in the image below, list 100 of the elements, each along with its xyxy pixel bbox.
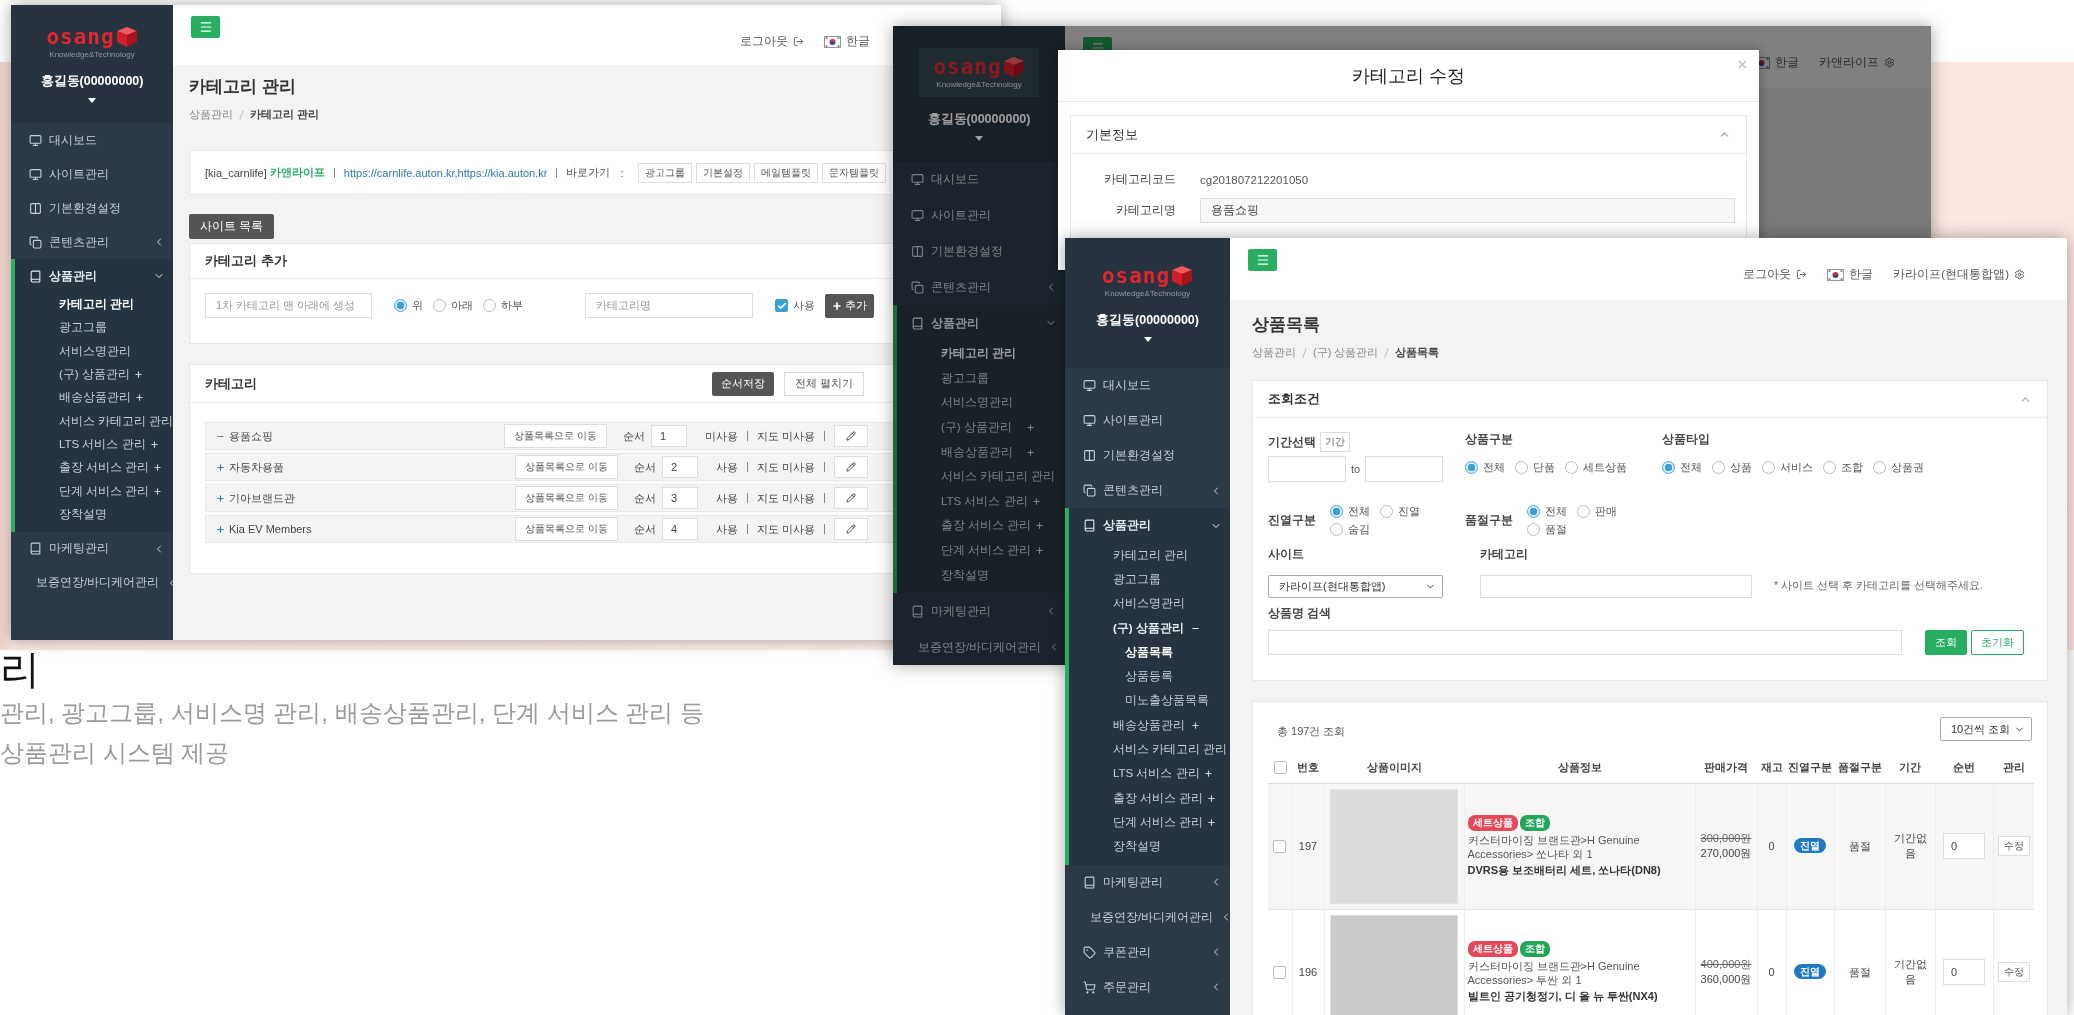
radio-button[interactable]: [1330, 523, 1343, 536]
submenu-item[interactable]: 미노출상품목록: [1069, 688, 1230, 714]
menu-item[interactable]: 마케팅관리: [893, 593, 1065, 630]
radio-button[interactable]: [1527, 523, 1540, 536]
submenu-item[interactable]: (구) 상품관리: [1069, 615, 1230, 641]
menu-item[interactable]: 상품관리: [897, 305, 1065, 342]
menu-item[interactable]: 기본환경설정: [11, 191, 173, 225]
category-name-field[interactable]: 용품쇼핑: [1200, 198, 1735, 223]
user-name[interactable]: 홍길동(00000000): [40, 72, 144, 90]
submenu-item[interactable]: 출장 서비스 관리: [1069, 785, 1230, 811]
submenu-item[interactable]: 배송상품관리: [897, 439, 1065, 465]
submenu-item[interactable]: 서비스명관리: [15, 339, 173, 363]
submenu-item[interactable]: LTS 서비스 관리: [897, 488, 1065, 514]
menu-item[interactable]: 보증연장/바디케어관리: [1065, 899, 1230, 935]
submenu-item[interactable]: LTS 서비스 관리: [1069, 761, 1230, 786]
menu-item[interactable]: 기본환경설정: [1065, 438, 1230, 473]
submenu-item[interactable]: 서비스명관리: [1069, 591, 1230, 616]
site-menu[interactable]: 카라이프(현대통합앱): [1893, 267, 2025, 282]
user-name[interactable]: 홍길동(00000000): [1096, 311, 1199, 329]
language-selector[interactable]: 한글: [1827, 267, 1874, 282]
submenu-item[interactable]: 광고그룹: [1069, 567, 1230, 592]
move-to-products-button[interactable]: 상품목록으로 이동: [515, 486, 618, 510]
site-select[interactable]: 카라이프(현대통합앱): [1268, 575, 1443, 598]
radio-button[interactable]: [1823, 461, 1836, 474]
language-selector[interactable]: 한글: [824, 34, 870, 49]
plus-icon[interactable]: [216, 493, 225, 503]
radio-button[interactable]: [1762, 461, 1775, 474]
edit-button[interactable]: 수정: [1997, 962, 2030, 982]
menu-item[interactable]: 대시보드: [1065, 368, 1230, 403]
submenu-item[interactable]: 서비스 카테고리 관리: [1069, 737, 1230, 762]
logout-link[interactable]: 로그아웃: [740, 34, 804, 49]
move-to-products-button[interactable]: 상품목록으로 이동: [515, 455, 618, 479]
submenu-item[interactable]: 단계 서비스 관리: [15, 479, 173, 503]
submenu-item[interactable]: 출장 서비스 관리: [15, 456, 173, 480]
menu-item[interactable]: 주문관리: [1065, 969, 1230, 1005]
checkbox[interactable]: [775, 299, 788, 312]
add-button[interactable]: 추가: [825, 293, 874, 318]
submenu-item[interactable]: 상품등록: [1069, 664, 1230, 689]
menu-item[interactable]: 상품관리: [1069, 508, 1230, 543]
page-size-select[interactable]: 10건씩 조회: [1940, 717, 2032, 741]
radio-button[interactable]: [1515, 461, 1528, 474]
checkbox[interactable]: [1273, 761, 1287, 775]
order-field[interactable]: 0: [1943, 833, 1985, 859]
site-url-link[interactable]: https://carnlife.auton.kr,https://kia.auton.kr: [343, 166, 548, 179]
submenu-item[interactable]: 배송상품관리: [1069, 713, 1230, 738]
save-order-button[interactable]: 순서저장: [712, 371, 775, 396]
edit-button[interactable]: [834, 487, 868, 509]
product-name[interactable]: DVRS용 보조배터리 세트, 쏘나타(DN8): [1467, 863, 1661, 877]
menu-item[interactable]: 사이트관리: [1065, 403, 1230, 438]
checkbox[interactable]: [1273, 965, 1287, 979]
submenu-item[interactable]: 서비스 카테고리 관리: [15, 409, 173, 433]
submenu-item[interactable]: 광고그룹: [15, 316, 173, 340]
menu-item[interactable]: 보증연장/바디케어관리: [11, 565, 173, 600]
radio-button[interactable]: [1662, 461, 1675, 474]
submenu-item[interactable]: 광고그룹: [897, 365, 1065, 391]
radio-button[interactable]: [394, 299, 407, 312]
shortcut-button[interactable]: 광고그룹: [637, 162, 692, 183]
edit-button[interactable]: [834, 456, 868, 478]
logout-link[interactable]: 로그아웃: [1743, 267, 1808, 282]
edit-button[interactable]: [834, 518, 868, 540]
submenu-item[interactable]: 단계 서비스 관리: [1069, 810, 1230, 835]
submenu-item[interactable]: 상품목록: [1069, 640, 1230, 665]
end-date-field[interactable]: [1365, 456, 1444, 482]
move-to-products-button[interactable]: 상품목록으로 이동: [515, 517, 618, 541]
user-name[interactable]: 홍길동(00000000): [927, 110, 1031, 128]
radio-button[interactable]: [1565, 461, 1578, 474]
site-list-button[interactable]: 사이트 목록: [189, 214, 275, 239]
submenu-item[interactable]: (구) 상품관리: [897, 415, 1065, 440]
edit-button[interactable]: 수정: [1997, 836, 2030, 856]
expand-all-button[interactable]: 전체 펼치기: [784, 371, 864, 396]
product-name-field[interactable]: [1268, 630, 1902, 655]
radio-button[interactable]: [1380, 505, 1393, 518]
submenu-item[interactable]: 단계 서비스 관리: [897, 538, 1065, 563]
menu-item[interactable]: 상품관리: [15, 259, 173, 293]
order-field[interactable]: 3: [661, 487, 698, 509]
menu-item[interactable]: 마케팅관리: [1065, 864, 1230, 900]
submenu-item[interactable]: LTS 서비스 관리: [15, 432, 173, 457]
order-field[interactable]: 2: [661, 456, 698, 478]
radio-button[interactable]: [1873, 461, 1886, 474]
menu-item[interactable]: 콘텐츠관리: [1065, 473, 1230, 508]
category-field[interactable]: [1480, 575, 1752, 598]
submenu-item[interactable]: 서비스 카테고리 관리: [897, 464, 1065, 489]
edit-button[interactable]: [834, 425, 868, 447]
radio-button[interactable]: [1330, 505, 1343, 518]
submenu-item[interactable]: 카테고리 관리: [15, 293, 173, 317]
menu-item[interactable]: 쿠폰관리: [1065, 934, 1230, 970]
order-field[interactable]: 1: [650, 425, 687, 447]
product-name[interactable]: 빌트인 공기청정기, 디 올 뉴 투싼(NX4): [1467, 989, 1658, 1003]
menu-item[interactable]: 콘텐츠관리: [893, 269, 1065, 306]
menu-item[interactable]: 보증연장/바디케어관리: [893, 629, 1065, 665]
shortcut-button[interactable]: 문자템플릿: [821, 162, 886, 183]
move-to-products-button[interactable]: 상품목록으로 이동: [504, 424, 607, 448]
submenu-item[interactable]: 카테고리 관리: [897, 341, 1065, 366]
shortcut-button[interactable]: 기본설정: [695, 162, 750, 183]
submenu-item[interactable]: 배송상품관리: [15, 386, 173, 410]
radio-button[interactable]: [1712, 461, 1725, 474]
radio-button[interactable]: [1577, 505, 1590, 518]
period-tag-button[interactable]: 기간: [1320, 432, 1350, 452]
start-date-field[interactable]: [1268, 456, 1346, 482]
submenu-item[interactable]: 장착설명: [15, 502, 173, 526]
